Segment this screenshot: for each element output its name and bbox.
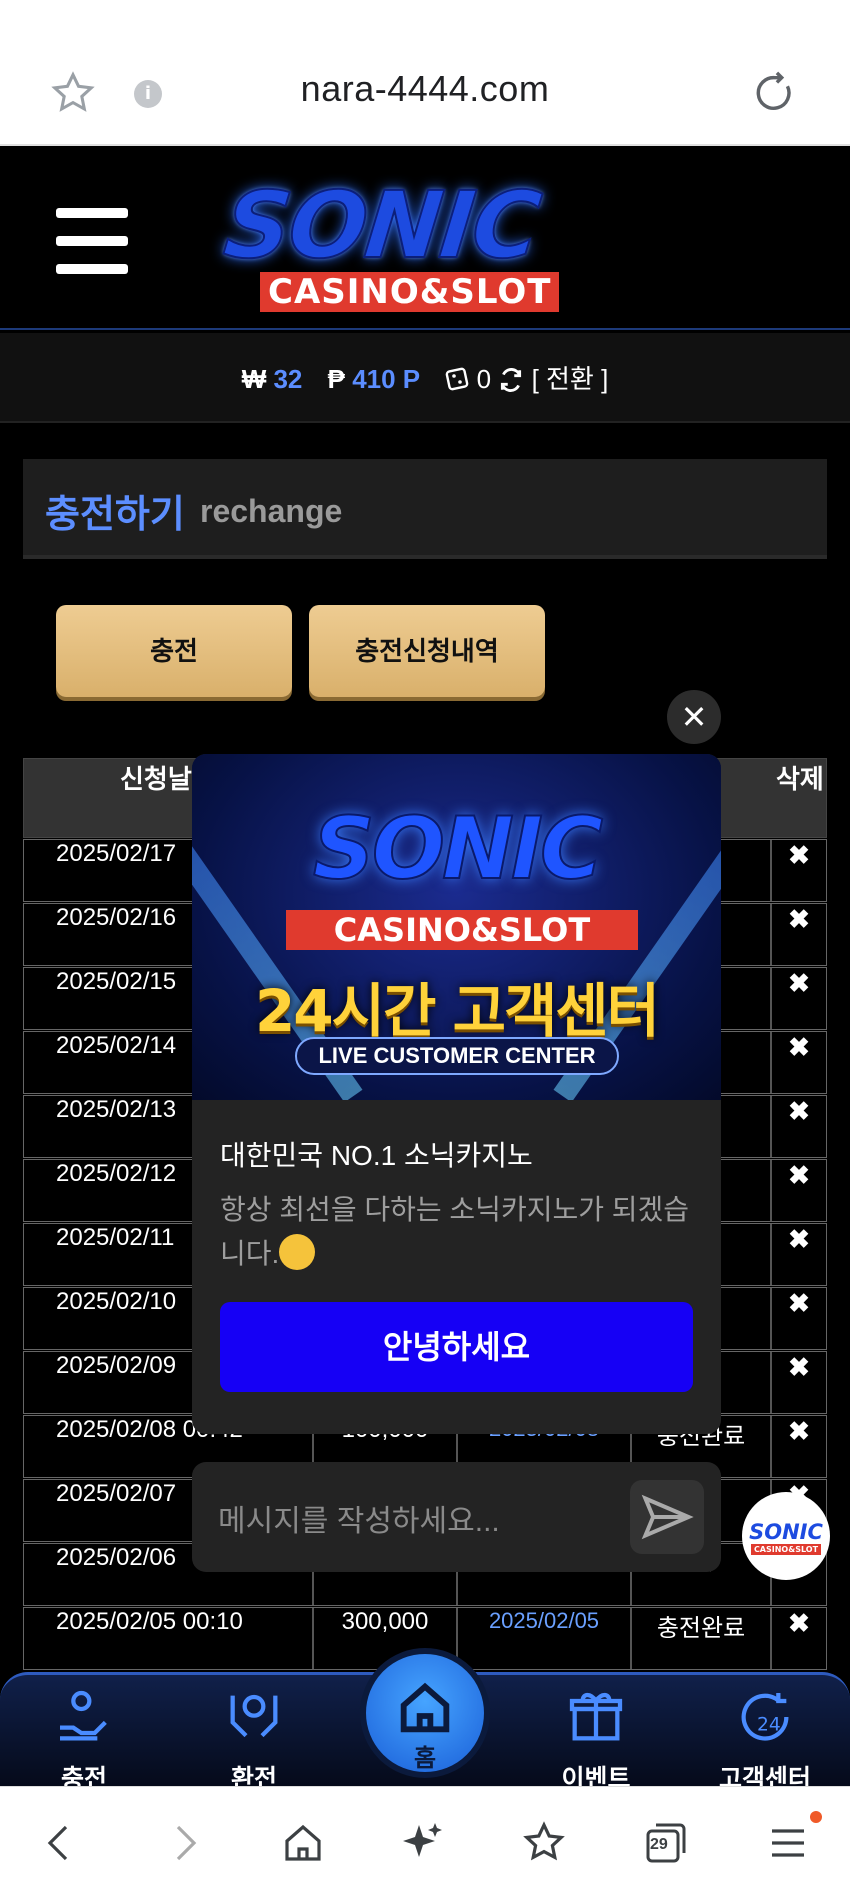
message-composer[interactable]: 메시지를 작성하세요... bbox=[192, 1462, 721, 1572]
browser-menu-icon[interactable] bbox=[764, 1819, 812, 1867]
browser-bottom-bar: 29 bbox=[0, 1786, 850, 1898]
delete-icon[interactable]: ✖ bbox=[772, 1224, 826, 1285]
delete-icon[interactable]: ✖ bbox=[772, 1096, 826, 1157]
delete-icon[interactable]: ✖ bbox=[772, 1416, 826, 1477]
cell-processed-date: 2025/02/05 bbox=[458, 1608, 632, 1669]
floating-chat-launcher[interactable]: SONIC CASINO&SLOT bbox=[742, 1492, 830, 1580]
home-icon bbox=[400, 1682, 450, 1733]
screen: i nara-4444.com SONIC CASINO&SLOT ₩ 32 ₱… bbox=[0, 0, 850, 1898]
tab-count: 29 bbox=[650, 1836, 668, 1853]
recharge-section-header: 충전하기 rechange bbox=[23, 459, 827, 559]
exchange-hands-icon bbox=[230, 1694, 278, 1738]
banner-live-label: LIVE CUSTOMER CENTER bbox=[295, 1037, 619, 1075]
won-balance: 32 bbox=[273, 364, 303, 394]
charge-hand-coin-icon bbox=[60, 1690, 107, 1741]
charge-tab-button[interactable]: 충전 bbox=[56, 605, 292, 697]
popup-text: 항상 최선을 다하는 소닉카지노가 되겠습니다. bbox=[220, 1188, 693, 1276]
delete-icon[interactable]: ✖ bbox=[772, 840, 826, 901]
convert-refresh-icon[interactable] bbox=[498, 367, 524, 393]
address-bar-url[interactable]: nara-4444.com bbox=[0, 68, 850, 110]
sparkle-icon[interactable] bbox=[399, 1819, 447, 1867]
forward-icon[interactable] bbox=[160, 1819, 208, 1867]
bookmarks-star-icon[interactable] bbox=[520, 1819, 568, 1867]
banner-24h-title: 24시간 고객센터 bbox=[254, 977, 660, 1045]
close-popup-button[interactable]: ✕ bbox=[667, 690, 721, 744]
chip-balance: 0 bbox=[476, 364, 492, 394]
section-title: 충전하기 bbox=[45, 494, 185, 536]
customer-center-banner: SONIC CASINO&SLOT 24시간 고객센터 LIVE CUSTOME… bbox=[192, 754, 721, 1100]
nav-home-label: 홈 bbox=[413, 1745, 437, 1772]
cell-request-date: 2025/02/05 00:10 bbox=[24, 1608, 314, 1669]
chat-popup: SONIC CASINO&SLOT 24시간 고객센터 LIVE CUSTOME… bbox=[192, 754, 721, 1434]
logo-title: SONIC bbox=[218, 171, 544, 280]
browser-top-bar: i nara-4444.com bbox=[0, 0, 850, 146]
browser-home-icon[interactable] bbox=[279, 1819, 327, 1867]
menu-hamburger-icon[interactable] bbox=[56, 208, 128, 292]
nav-exchange[interactable]: 환전 bbox=[194, 1675, 314, 1795]
back-icon[interactable] bbox=[36, 1819, 84, 1867]
delete-icon[interactable]: ✖ bbox=[772, 1288, 826, 1349]
send-button[interactable] bbox=[630, 1480, 704, 1554]
charge-history-tab-button[interactable]: 충전신청내역 bbox=[309, 605, 545, 697]
header-date: 신청날 bbox=[120, 764, 192, 794]
nav-event[interactable]: 이벤트 bbox=[536, 1675, 656, 1795]
cell-status: 충전완료 bbox=[632, 1608, 772, 1669]
nav-support[interactable]: 24 고객센터 bbox=[705, 1675, 825, 1795]
message-input[interactable]: 메시지를 작성하세요... bbox=[218, 1496, 500, 1540]
delete-icon[interactable]: ✖ bbox=[772, 968, 826, 1029]
banner-sonic-title: SONIC bbox=[312, 799, 604, 899]
smile-emoji-icon bbox=[279, 1233, 316, 1270]
notification-dot bbox=[810, 1811, 822, 1823]
floating-logo-subtitle: CASINO&SLOT bbox=[751, 1544, 821, 1555]
delete-icon[interactable]: ✖ bbox=[772, 1032, 826, 1093]
nav-home[interactable]: 홈 bbox=[360, 1648, 490, 1778]
delete-icon[interactable]: ✖ bbox=[772, 1160, 826, 1221]
gift-icon bbox=[569, 1692, 623, 1741]
point-icon: ₱ bbox=[327, 364, 345, 394]
banner-subtitle: CASINO&SLOT bbox=[286, 910, 638, 950]
header-delete: 삭제 bbox=[776, 764, 824, 794]
convert-button[interactable]: [ 전환 ] bbox=[532, 364, 609, 394]
sonic-logo[interactable]: SONIC CASINO&SLOT bbox=[218, 171, 605, 312]
floating-logo-title: SONIC bbox=[749, 1520, 823, 1544]
balance-bar: ₩ 32 ₱ 410 P 0 [ 전환 ] bbox=[0, 333, 850, 423]
chip-icon bbox=[446, 367, 469, 391]
greeting-button[interactable]: 안녕하세요 bbox=[220, 1302, 693, 1392]
delete-icon[interactable]: ✖ bbox=[772, 1608, 826, 1669]
popup-title: 대한민국 NO.1 소닉카지노 bbox=[220, 1140, 533, 1171]
tabs-button[interactable]: 29 bbox=[642, 1819, 690, 1867]
point-balance: 410 P bbox=[352, 364, 421, 394]
delete-icon[interactable]: ✖ bbox=[772, 1352, 826, 1413]
support-24h-icon: 24 bbox=[741, 1693, 789, 1741]
send-icon bbox=[641, 1494, 694, 1540]
delete-icon[interactable]: ✖ bbox=[772, 904, 826, 965]
reload-icon[interactable] bbox=[752, 70, 798, 116]
nav-charge[interactable]: 충전 bbox=[24, 1675, 144, 1795]
svg-text:24: 24 bbox=[757, 1714, 781, 1735]
section-subtitle: rechange bbox=[200, 493, 343, 529]
won-icon: ₩ bbox=[241, 364, 267, 394]
